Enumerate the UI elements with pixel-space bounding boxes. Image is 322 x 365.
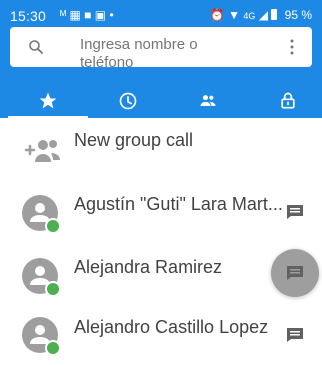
- lock-icon: [281, 92, 295, 109]
- contact-name: Alejandro Castillo Lopez: [74, 317, 269, 337]
- avatar: [22, 258, 61, 297]
- contact-row[interactable]: Alejandro Castillo Lopez: [0, 305, 322, 365]
- contact-name: Agustín "Guti" Lara Mart...: [74, 194, 283, 214]
- online-status-icon: [45, 340, 61, 356]
- 4g-icon: 4G: [243, 11, 256, 21]
- group-icon: [200, 95, 216, 106]
- signal-m-icon: ᴹ: [60, 8, 67, 22]
- status-bar: 15:30 ᴹ ▦ ■ ▣ • ⏰ ▼ 4G ◢ 95 %: [0, 0, 322, 28]
- wifi-icon: ▼: [228, 8, 241, 22]
- battery-icon: [271, 9, 278, 20]
- battery-text: 95 %: [284, 8, 312, 22]
- header: 15:30 ᴹ ▦ ■ ▣ • ⏰ ▼ 4G ◢ 95 % Ingresa no…: [0, 0, 322, 118]
- tab-private[interactable]: [248, 84, 322, 118]
- message-icon[interactable]: [286, 204, 304, 220]
- search-input[interactable]: Ingresa nombre o teléfono: [80, 36, 255, 67]
- tab-bar: [0, 84, 322, 118]
- tab-favorites[interactable]: [8, 84, 88, 118]
- clock-icon: [119, 92, 137, 110]
- tab-contacts[interactable]: [168, 84, 248, 118]
- avatar: [22, 317, 61, 356]
- tab-recents[interactable]: [88, 84, 168, 118]
- star-icon: [39, 92, 57, 109]
- contact-row[interactable]: Agustín "Guti" Lara Mart...: [0, 179, 322, 239]
- avatar: [22, 195, 61, 234]
- contact-list: New group call Agustín "Guti" Lara Mart.…: [0, 118, 322, 359]
- online-status-icon: [45, 218, 61, 234]
- system-icons: ⏰ ▼ 4G ◢ 95 %: [210, 8, 312, 22]
- signal-icon: ◢: [258, 8, 268, 22]
- photo-icon: ▣: [94, 8, 107, 22]
- dot-icon: •: [109, 8, 114, 22]
- alarm-icon: ⏰: [209, 8, 225, 22]
- notification-icons: ᴹ ▦ ■ ▣ •: [60, 8, 114, 22]
- new-group-call-label: New group call: [74, 130, 194, 150]
- message-icon: [287, 266, 303, 280]
- square-icon: ■: [84, 8, 92, 22]
- status-time: 15:30: [10, 8, 47, 24]
- new-group-call-row[interactable]: New group call: [0, 118, 322, 178]
- add-group-icon: [24, 140, 60, 162]
- message-icon[interactable]: [286, 327, 304, 343]
- message-fab[interactable]: [271, 249, 319, 297]
- search-icon[interactable]: [28, 39, 44, 55]
- more-vert-icon[interactable]: [290, 39, 294, 55]
- app-icon: ▦: [69, 8, 81, 22]
- search-bar[interactable]: Ingresa nombre o teléfono: [10, 27, 312, 67]
- online-status-icon: [45, 281, 61, 297]
